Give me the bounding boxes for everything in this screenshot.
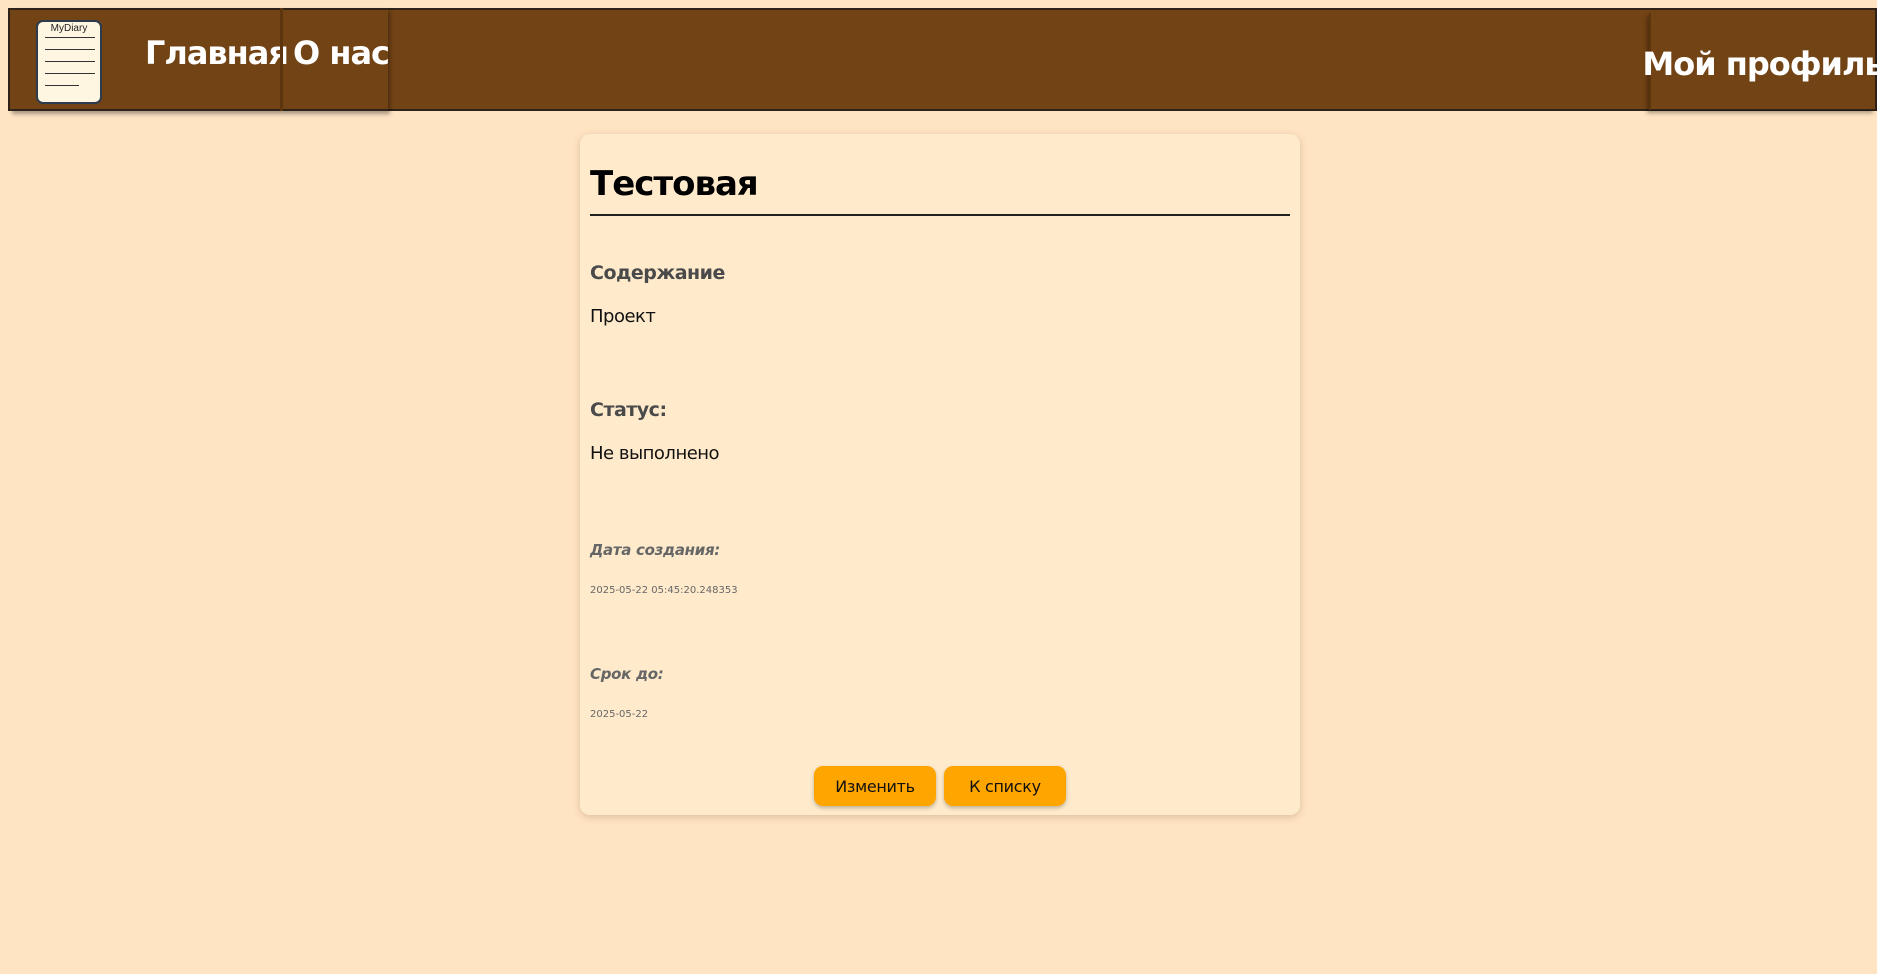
logo-line	[45, 73, 95, 74]
status-label: Статус:	[590, 399, 667, 421]
task-detail-card: Тестовая Содержание Проект Статус: Не вы…	[580, 134, 1300, 815]
content-value: Проект	[590, 306, 656, 327]
deadline-value: 2025-05-22	[590, 709, 649, 720]
status-value: Не выполнено	[590, 443, 720, 464]
top-navbar: MyDiary Главная О нас Мой профиль	[8, 8, 1877, 111]
edit-button[interactable]: Изменить	[814, 766, 936, 806]
created-date-label: Дата создания:	[590, 541, 720, 559]
nav-left-group: MyDiary Главная О нас	[10, 8, 390, 111]
logo-link[interactable]: MyDiary	[10, 8, 145, 111]
diary-logo-icon[interactable]: MyDiary	[36, 20, 102, 104]
logo-text: MyDiary	[50, 23, 88, 34]
deadline-label: Срок до:	[590, 665, 664, 683]
task-title: Тестовая	[590, 162, 1290, 217]
logo-line	[45, 37, 95, 38]
nav-home-link[interactable]: Главная	[145, 8, 289, 111]
logo-line	[45, 49, 95, 50]
action-buttons: Изменить К списку	[580, 766, 1300, 806]
nav-about-link[interactable]: О нас	[280, 8, 390, 111]
nav-profile-link[interactable]: Мой профиль	[1642, 13, 1877, 110]
logo-line	[45, 85, 79, 86]
content-label: Содержание	[590, 262, 725, 284]
back-to-list-button[interactable]: К списку	[944, 766, 1066, 806]
created-date-value: 2025-05-22 05:45:20.248353	[590, 585, 738, 596]
logo-line	[45, 61, 95, 62]
